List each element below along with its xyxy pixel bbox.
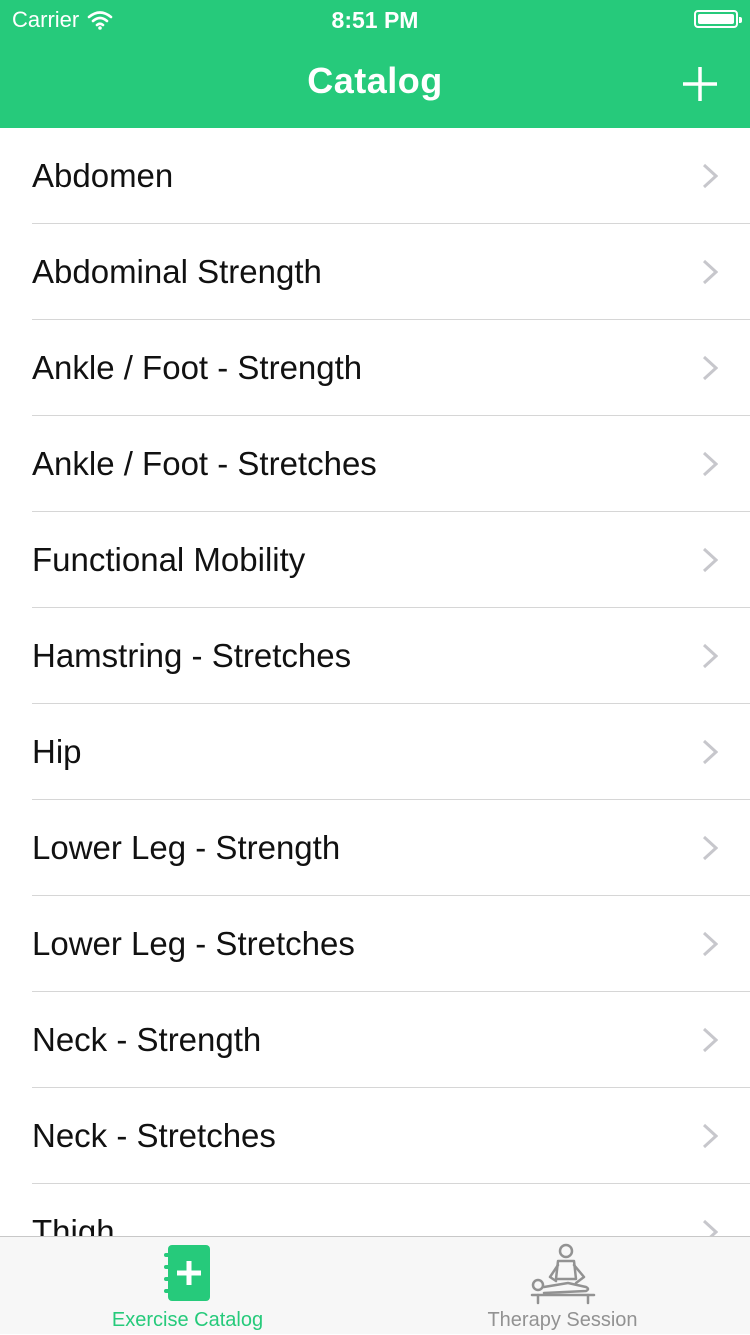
list-item[interactable]: Hamstring - Stretches bbox=[0, 608, 750, 704]
chevron-right-icon bbox=[702, 1123, 718, 1149]
chevron-right-icon bbox=[702, 355, 718, 381]
page-title: Catalog bbox=[307, 60, 443, 101]
list-item-label: Hip bbox=[32, 733, 82, 770]
tab-exercise-catalog[interactable]: Exercise Catalog bbox=[0, 1237, 375, 1335]
catalog-list[interactable]: Abdomen Abdominal Strength Ankle / Foot … bbox=[0, 128, 750, 1236]
chevron-right-icon bbox=[702, 739, 718, 765]
list-item[interactable]: Neck - Stretches bbox=[0, 1088, 750, 1184]
chevron-right-icon bbox=[702, 1027, 718, 1053]
status-bar: Carrier 8:51 PM bbox=[0, 0, 750, 40]
list-item-label: Hamstring - Stretches bbox=[32, 637, 352, 674]
list-item[interactable]: Ankle / Foot - Strength bbox=[0, 320, 750, 416]
list-item[interactable]: Hip bbox=[0, 704, 750, 800]
list-item-label: Ankle / Foot - Stretches bbox=[32, 445, 377, 482]
list-item-label: Abdominal Strength bbox=[32, 253, 322, 290]
list-item-label: Lower Leg - Strength bbox=[32, 829, 341, 866]
tab-label: Exercise Catalog bbox=[111, 1309, 264, 1331]
chevron-right-icon bbox=[702, 547, 718, 573]
list-item[interactable]: Lower Leg - Stretches bbox=[0, 896, 750, 992]
add-button[interactable] bbox=[680, 64, 720, 104]
tab-therapy-session[interactable]: Therapy Session bbox=[375, 1237, 750, 1335]
battery-nub bbox=[739, 17, 742, 23]
list-item[interactable]: Thigh bbox=[0, 1184, 750, 1236]
chevron-right-icon bbox=[702, 835, 718, 861]
list-item[interactable]: Functional Mobility bbox=[0, 512, 750, 608]
chevron-right-icon bbox=[702, 451, 718, 477]
massage-therapy-icon bbox=[530, 1243, 595, 1305]
list-item-label: Functional Mobility bbox=[32, 541, 306, 578]
chevron-right-icon bbox=[702, 931, 718, 957]
chevron-right-icon bbox=[702, 643, 718, 669]
list-item[interactable]: Abdomen bbox=[0, 128, 750, 224]
list-item-label: Abdomen bbox=[32, 157, 174, 194]
battery-icon bbox=[694, 10, 742, 28]
list-item[interactable]: Abdominal Strength bbox=[0, 224, 750, 320]
tab-bar: Exercise Catalog Therapy Session bbox=[0, 1236, 750, 1334]
top-bar: Carrier 8:51 PM Catalog bbox=[0, 0, 750, 128]
list-item[interactable]: Neck - Strength bbox=[0, 992, 750, 1088]
list-item[interactable]: Ankle / Foot - Stretches bbox=[0, 416, 750, 512]
status-time: 8:51 PM bbox=[331, 7, 419, 33]
battery-fill bbox=[698, 14, 734, 24]
chevron-right-icon bbox=[702, 1219, 718, 1236]
list-item-label: Lower Leg - Stretches bbox=[32, 925, 355, 962]
list-item-label: Ankle / Foot - Strength bbox=[32, 349, 363, 386]
list-item-label: Neck - Stretches bbox=[32, 1117, 276, 1154]
notebook-plus-icon bbox=[163, 1245, 210, 1301]
list-item-label: Neck - Strength bbox=[32, 1021, 262, 1058]
tab-label: Therapy Session bbox=[487, 1309, 638, 1331]
list-item[interactable]: Lower Leg - Strength bbox=[0, 800, 750, 896]
chevron-right-icon bbox=[702, 163, 718, 189]
plus-icon bbox=[683, 67, 717, 101]
chevron-right-icon bbox=[702, 259, 718, 285]
list-item-label: Thigh bbox=[32, 1213, 115, 1236]
